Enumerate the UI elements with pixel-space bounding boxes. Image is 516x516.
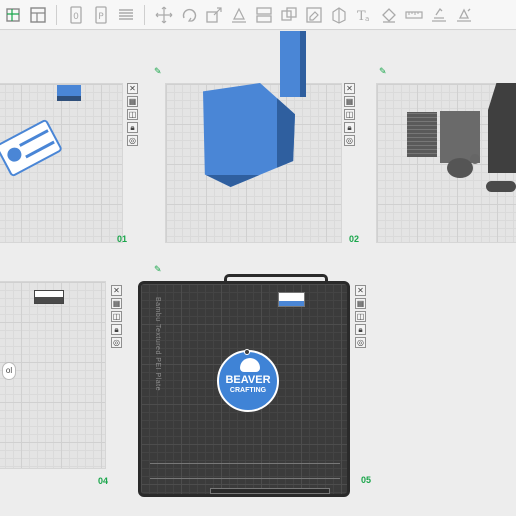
emboss-button[interactable] (454, 5, 474, 25)
rotate-icon (182, 8, 196, 22)
rotate-button[interactable] (179, 5, 199, 25)
measure-button[interactable] (404, 5, 424, 25)
plate-01-object-box[interactable] (57, 85, 81, 101)
plate-04[interactable] (0, 281, 106, 469)
move-button[interactable] (154, 5, 174, 25)
assembly-button[interactable] (429, 5, 449, 25)
lock-icon[interactable]: 🔒︎ (111, 324, 122, 335)
support-paint-button[interactable] (304, 5, 324, 25)
emboss-icon (456, 8, 471, 22)
close-icon[interactable]: ✕ (111, 285, 122, 296)
plate-02-number: 02 (349, 234, 360, 244)
arrange-icon[interactable]: ▦ (344, 96, 355, 107)
main-toolbar: 0 P Ta (0, 0, 516, 30)
boolean-button[interactable] (279, 5, 299, 25)
seam-paint-icon (331, 6, 346, 24)
measure-icon (404, 10, 423, 19)
boolean-icon (280, 6, 297, 21)
toolbar-separator (144, 4, 145, 25)
plate-05-footer-strip (210, 488, 330, 494)
plate-03-edit-icon[interactable]: ✎ (379, 66, 387, 77)
plate-02-object-tower[interactable] (280, 31, 306, 97)
svg-text:0: 0 (73, 12, 79, 22)
plate-04-number: 04 (98, 476, 109, 486)
svg-text:a: a (365, 15, 369, 23)
orient-icon[interactable]: ◫ (127, 109, 138, 120)
toolbar-separator (56, 4, 57, 25)
lock-icon[interactable]: 🔒︎ (127, 122, 138, 133)
scale-button[interactable] (204, 5, 224, 25)
lay-on-face-icon (231, 7, 246, 23)
plate-03-object-cylinder[interactable] (486, 181, 516, 192)
plate-02-edit-icon[interactable]: ✎ (154, 66, 162, 77)
plate-05-badge-hole (244, 349, 250, 355)
plate-04-tools: ✕ ▦ ◫ 🔒︎ ◎ (111, 285, 122, 348)
add-object-icon (5, 7, 20, 22)
close-icon[interactable]: ✕ (127, 83, 138, 94)
plate-p-button[interactable]: P (91, 5, 111, 25)
close-icon[interactable]: ✕ (344, 83, 355, 94)
plate-01-sign-script (19, 129, 55, 159)
lay-on-face-button[interactable] (229, 5, 249, 25)
text-icon: Ta (357, 9, 369, 24)
scale-icon (205, 6, 222, 23)
seam-paint-button[interactable] (329, 5, 349, 25)
settings-icon[interactable]: ◎ (344, 135, 355, 146)
plate-03-object-disc[interactable] (447, 158, 473, 178)
close-icon[interactable]: ✕ (355, 285, 366, 296)
plate-05-number: 05 (361, 475, 372, 485)
plate-01-tools: ✕ ▦ ◫ 🔒︎ ◎ (127, 83, 138, 146)
layers-icon (118, 8, 133, 20)
plate-05-edit-icon[interactable]: ✎ (154, 264, 162, 275)
cut-button[interactable] (254, 5, 274, 25)
arrange-plates-button[interactable] (28, 5, 48, 25)
color-paint-button[interactable] (379, 5, 399, 25)
plate-0-button[interactable]: 0 (66, 5, 86, 25)
plate-04-object-block[interactable] (34, 290, 64, 304)
plate-05-bottom-marks (150, 463, 340, 479)
plate-03-object-panel[interactable] (407, 112, 437, 157)
3d-canvas[interactable]: ✕ ▦ ◫ 🔒︎ ◎ 01 ✎ ✕ ▦ ◫ 🔒︎ ◎ 02 ✎ 03 ol ✕ … (0, 31, 516, 516)
badge-line-2: CRAFTING (229, 387, 267, 394)
orient-icon[interactable]: ◫ (344, 109, 355, 120)
add-object-button[interactable] (3, 5, 23, 25)
lock-icon[interactable]: 🔒︎ (344, 122, 355, 133)
assembly-icon (431, 7, 446, 22)
support-paint-icon (305, 6, 322, 23)
settings-icon[interactable]: ◎ (111, 337, 122, 348)
orient-icon[interactable]: ◫ (111, 311, 122, 322)
arrange-icon[interactable]: ▦ (355, 298, 366, 309)
plate-05-tools: ✕ ▦ ◫ 🔒︎ ◎ (355, 285, 366, 348)
beaver-logo-icon (240, 358, 260, 372)
svg-text:P: P (98, 12, 104, 22)
orient-icon: 0 (69, 5, 82, 24)
plate-05-object-block[interactable] (278, 292, 305, 307)
orient-icon[interactable]: ◫ (355, 311, 366, 322)
plate-04-object-sign[interactable]: ol (2, 362, 16, 380)
plate-05-badge[interactable]: BEAVER CRAFTING (217, 350, 279, 412)
plate-03-object-tall[interactable] (488, 83, 516, 173)
plate-03-object-round[interactable] (470, 154, 480, 164)
layers-button[interactable] (116, 5, 136, 25)
settings-icon[interactable]: ◎ (127, 135, 138, 146)
text-button[interactable]: Ta (354, 5, 374, 25)
plate-p-icon: P (94, 5, 107, 24)
plate-01-number: 01 (117, 234, 128, 244)
settings-icon[interactable]: ◎ (355, 337, 366, 348)
arrange-icon[interactable]: ▦ (127, 96, 138, 107)
badge-line-1: BEAVER (225, 374, 271, 386)
plate-02-tools: ✕ ▦ ◫ 🔒︎ ◎ (344, 83, 355, 146)
cut-icon (255, 6, 272, 23)
plate-05-bed-label: Bambu Textured PEI Plate (154, 297, 161, 391)
arrange-plates-icon (29, 6, 46, 23)
color-paint-icon (381, 7, 396, 23)
arrange-icon[interactable]: ▦ (111, 298, 122, 309)
move-icon (155, 6, 172, 23)
lock-icon[interactable]: 🔒︎ (355, 324, 366, 335)
